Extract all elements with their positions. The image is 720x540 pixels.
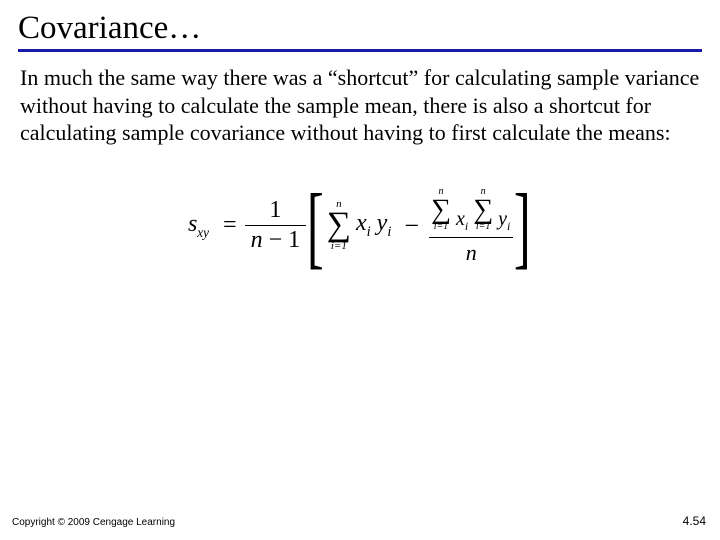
term-x: x: [356, 210, 367, 236]
term-x-sub: i: [367, 224, 371, 240]
page-number: 4.54: [683, 514, 706, 528]
inner-fraction-bar: [429, 237, 513, 239]
covariance-formula: sxy = 1 n − 1 [ n ∑ i=1 xi: [188, 187, 532, 265]
term-y-sub: i: [387, 224, 391, 240]
slide-title: Covariance…: [0, 0, 720, 49]
sum-xiyi: n ∑ i=1: [327, 199, 351, 252]
inner-y-sub: i: [507, 219, 510, 233]
coef-den-n: n: [251, 227, 263, 253]
sigma-icon: ∑: [473, 197, 493, 222]
right-bracket: ]: [514, 187, 531, 265]
formula-container: sxy = 1 n − 1 [ n ∑ i=1 xi: [0, 187, 720, 265]
lhs-s: s: [188, 211, 197, 237]
copyright-text: Copyright © 2009 Cengage Learning: [12, 517, 175, 528]
term-yi: yi: [377, 210, 392, 241]
left-bracket: [: [307, 187, 324, 265]
body-paragraph: In much the same way there was a “shortc…: [0, 64, 720, 147]
sigma-icon: ∑: [327, 210, 351, 241]
coef-numerator: 1: [263, 196, 287, 225]
inner-numerator: n ∑ i=1 xi n ∑ i=1 yi: [429, 187, 513, 235]
inner-x: x: [456, 208, 465, 230]
sigma-icon: ∑: [431, 197, 451, 222]
inner-denominator: n: [466, 240, 477, 264]
sum-xi: n ∑ i=1: [431, 187, 451, 232]
inner-y: y: [498, 208, 507, 230]
term-xi: xi: [356, 210, 371, 241]
sum1-lower: i=1: [331, 241, 347, 252]
inner-xi: xi: [456, 209, 468, 232]
inner-yi: yi: [498, 209, 510, 232]
sum2-lower: i=1: [434, 222, 449, 232]
lhs-sub: xy: [197, 224, 209, 239]
lhs-symbol: sxy: [188, 211, 209, 241]
term-y: y: [377, 210, 388, 236]
sum3-lower: i=1: [476, 222, 491, 232]
title-underline: [18, 49, 702, 52]
coef-denominator: n − 1: [245, 226, 307, 255]
equals-sign: =: [223, 212, 237, 239]
inner-x-sub: i: [465, 219, 468, 233]
coef-den-minus: −: [269, 227, 283, 253]
minus-sign: −: [404, 211, 419, 241]
sum-yi: n ∑ i=1: [473, 187, 493, 232]
coef-fraction: 1 n − 1: [245, 196, 307, 256]
coef-den-one: 1: [288, 227, 300, 253]
inner-fraction: n ∑ i=1 xi n ∑ i=1 yi: [429, 187, 513, 265]
